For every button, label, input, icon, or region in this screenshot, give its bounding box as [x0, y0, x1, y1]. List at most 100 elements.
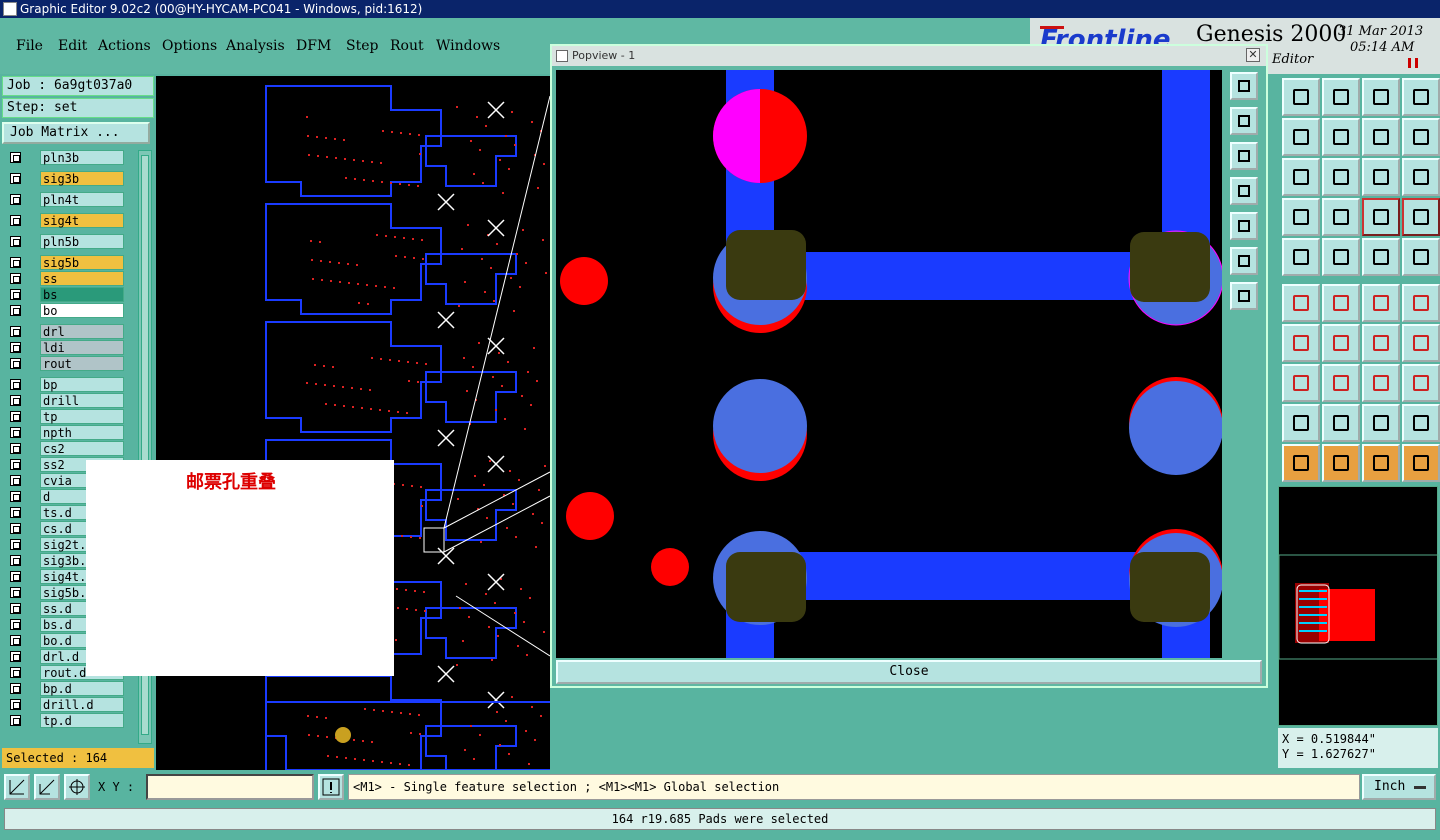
layer-name[interactable]: bp.d — [40, 681, 124, 696]
layer-row-sig4t[interactable]: sig4t — [4, 213, 126, 228]
grid-button[interactable] — [1322, 198, 1360, 236]
connect-button[interactable] — [1282, 284, 1320, 322]
layer-checkbox[interactable] — [10, 358, 21, 369]
layer-checkbox[interactable] — [10, 635, 21, 646]
layer-row-drill-d[interactable]: drill.d — [4, 697, 126, 712]
layer-checkbox[interactable] — [10, 395, 21, 406]
layer-checkbox[interactable] — [10, 683, 21, 694]
popview-zoom[interactable] — [556, 70, 1222, 658]
layer-row-ldi[interactable]: ldi — [4, 340, 126, 355]
layer-name[interactable]: pln4t — [40, 192, 124, 207]
popview-close-icon[interactable]: ✕ — [1246, 48, 1260, 62]
layer-checkbox[interactable] — [10, 411, 21, 422]
layer-name[interactable]: tp.d — [40, 713, 124, 728]
select-inside-button[interactable] — [1362, 444, 1400, 482]
layer-name[interactable]: bp — [40, 377, 124, 392]
cross-button[interactable] — [1322, 284, 1360, 322]
layer-checkbox[interactable] — [10, 215, 21, 226]
layer-name[interactable]: bo — [40, 303, 124, 318]
layer-name[interactable]: drl — [40, 324, 124, 339]
job-matrix-button[interactable]: Job Matrix ... — [2, 122, 150, 144]
layer-checkbox[interactable] — [10, 257, 21, 268]
select-route-button[interactable] — [1402, 444, 1440, 482]
zoom-fit-button[interactable] — [4, 774, 30, 800]
layer-name[interactable]: ss — [40, 271, 124, 286]
layer-row-pln4t[interactable]: pln4t — [4, 192, 126, 207]
help-button[interactable] — [1402, 158, 1440, 196]
layer-row-drill[interactable]: drill — [4, 393, 126, 408]
layer-name[interactable]: rout — [40, 356, 124, 371]
move-down-button[interactable] — [1322, 78, 1360, 116]
zoom-home-button[interactable] — [1230, 72, 1258, 100]
layer-checkbox[interactable] — [10, 539, 21, 550]
layer-checkbox[interactable] — [10, 152, 21, 163]
triangle-button[interactable] — [1282, 404, 1320, 442]
layer-name[interactable]: sig4t — [40, 213, 124, 228]
unit-selector[interactable]: Inch — [1362, 774, 1436, 800]
layer-row-ss[interactable]: ss — [4, 271, 126, 286]
drill-map-alt-button[interactable] — [1402, 198, 1440, 236]
via-alt-button[interactable] — [1402, 284, 1440, 322]
pad-edit-button[interactable] — [1282, 364, 1320, 402]
layer-checkbox[interactable] — [10, 507, 21, 518]
move-left-button[interactable] — [1282, 118, 1320, 156]
layer-row-tp-d[interactable]: tp.d — [4, 713, 126, 728]
grid-button[interactable] — [64, 774, 90, 800]
layer-checkbox[interactable] — [10, 427, 21, 438]
layer-name[interactable]: tp — [40, 409, 124, 424]
layer-checkbox[interactable] — [10, 667, 21, 678]
pan-left-button[interactable] — [1230, 177, 1258, 205]
move-right-button[interactable] — [1322, 118, 1360, 156]
cluster-button[interactable] — [1402, 364, 1440, 402]
layer-row-sig5b[interactable]: sig5b — [4, 255, 126, 270]
layer-row-rout[interactable]: rout — [4, 356, 126, 371]
trace-button[interactable] — [1322, 364, 1360, 402]
home-button[interactable] — [1362, 78, 1400, 116]
fit-button[interactable] — [1230, 247, 1258, 275]
select-button[interactable] — [1282, 444, 1320, 482]
layer-row-pln5b[interactable]: pln5b — [4, 234, 126, 249]
swap-button[interactable] — [1402, 118, 1440, 156]
layer-checkbox[interactable] — [10, 173, 21, 184]
drill-map-button[interactable] — [1362, 198, 1400, 236]
target-button[interactable] — [1402, 238, 1440, 276]
triangle-alt-button[interactable] — [1322, 404, 1360, 442]
minimap[interactable] — [1278, 486, 1440, 726]
menu-file[interactable]: File — [16, 38, 43, 54]
split-line-button[interactable] — [1402, 324, 1440, 362]
polygon-button[interactable] — [1322, 238, 1360, 276]
pause-icon[interactable] — [1408, 58, 1418, 68]
layer-row-bo[interactable]: bo — [4, 303, 126, 318]
layer-row-tp[interactable]: tp — [4, 409, 126, 424]
layer-checkbox[interactable] — [10, 715, 21, 726]
xy-input[interactable] — [146, 774, 314, 800]
layer-checkbox[interactable] — [10, 603, 21, 614]
layer-checkbox[interactable] — [10, 305, 21, 316]
zoom-in-button[interactable] — [1230, 107, 1258, 135]
menu-step[interactable]: Step — [346, 38, 378, 54]
arc-button[interactable] — [1362, 324, 1400, 362]
layer-name[interactable]: pln3b — [40, 150, 124, 165]
undo-button[interactable] — [1362, 118, 1400, 156]
ruler-button[interactable] — [1362, 238, 1400, 276]
measure-button[interactable] — [1362, 364, 1400, 402]
layer-checkbox[interactable] — [10, 443, 21, 454]
measure-button[interactable] — [34, 774, 60, 800]
layer-row-cs2[interactable]: cs2 — [4, 441, 126, 456]
layer-checkbox[interactable] — [10, 289, 21, 300]
popview-canvas[interactable] — [556, 70, 1222, 658]
zoom-out-button[interactable] — [1230, 142, 1258, 170]
layer-row-pln3b[interactable]: pln3b — [4, 150, 126, 165]
layer-checkbox[interactable] — [10, 523, 21, 534]
scale-button[interactable] — [1362, 158, 1400, 196]
layer-name[interactable]: bs — [40, 287, 124, 302]
layer-checkbox[interactable] — [10, 475, 21, 486]
menu-analysis[interactable]: Analysis — [226, 38, 285, 54]
layer-checkbox[interactable] — [10, 587, 21, 598]
via-button[interactable] — [1362, 284, 1400, 322]
menu-actions[interactable]: Actions — [98, 38, 151, 54]
layer-checkbox[interactable] — [10, 379, 21, 390]
menu-windows[interactable]: Windows — [436, 38, 500, 54]
fit-screen-button[interactable] — [1282, 158, 1320, 196]
layer-checkbox[interactable] — [10, 555, 21, 566]
